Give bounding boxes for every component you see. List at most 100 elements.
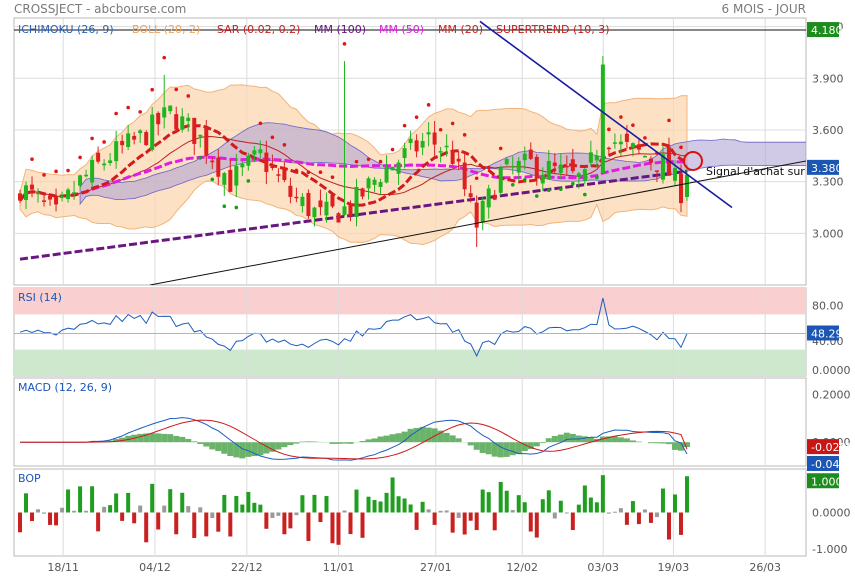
candle-body — [228, 170, 232, 192]
macd-histogram-bar — [215, 442, 221, 451]
sar-dot — [439, 128, 443, 132]
bop-bar — [457, 513, 461, 518]
macd-histogram-bar — [329, 442, 335, 444]
candle-body — [288, 186, 292, 197]
macd-histogram-bar — [618, 437, 624, 442]
candle-body — [246, 156, 250, 166]
bop-bar — [553, 513, 557, 519]
bop-bar — [162, 506, 166, 513]
bop-bar — [373, 500, 377, 513]
date-tick-label: 27/01 — [420, 561, 452, 574]
candle-body — [577, 173, 581, 177]
macd-histogram-bar — [456, 438, 462, 442]
candle-body — [625, 134, 629, 142]
candle-body — [162, 107, 166, 117]
bop-bar — [330, 513, 334, 544]
date-tick-label: 03/03 — [587, 561, 619, 574]
date-tick-label: 19/03 — [658, 561, 690, 574]
sar-dot — [523, 178, 527, 182]
bop-bar — [294, 513, 298, 516]
candle-body — [78, 175, 82, 185]
sar-dot — [583, 193, 587, 197]
sar-dot — [343, 42, 347, 46]
bop-bar — [409, 504, 413, 512]
candle-body — [306, 193, 310, 216]
candle-body — [439, 151, 443, 153]
sar-dot — [379, 160, 383, 164]
price-tick-label: 3.300 — [812, 176, 844, 189]
macd-histogram-bar — [185, 439, 191, 442]
rsi-oversold-zone — [14, 350, 806, 376]
bop-bar — [252, 503, 256, 513]
candle-body — [517, 161, 521, 173]
bop-bar — [565, 513, 569, 514]
legend-item: MM (50) — [379, 23, 424, 36]
bop-bar — [102, 507, 106, 513]
bop-bar — [661, 489, 665, 513]
sar-dot — [295, 169, 299, 173]
bop-bar — [391, 477, 395, 512]
sar-dot — [511, 183, 515, 187]
candle-body — [499, 168, 503, 193]
candle-body — [679, 174, 683, 203]
bop-bar — [336, 513, 340, 545]
sar-dot — [355, 160, 359, 164]
candle-body — [192, 118, 196, 144]
candle-body — [469, 193, 473, 197]
macd-histogram-bar — [666, 442, 672, 444]
candle-body — [108, 160, 112, 163]
candle-body — [276, 174, 280, 176]
bop-bar — [60, 508, 64, 513]
bop-bar — [216, 513, 220, 532]
sar-dot — [259, 122, 263, 126]
macd-histogram-bar — [221, 442, 227, 454]
candle-body — [90, 160, 94, 182]
candle-body — [342, 206, 346, 215]
bop-bar — [180, 493, 184, 513]
sar-dot — [547, 188, 551, 192]
bop-bar — [114, 493, 118, 512]
sar-dot — [631, 123, 635, 127]
bop-bar — [324, 496, 328, 512]
bop-bar — [120, 513, 124, 521]
macd-histogram-bar — [546, 438, 552, 442]
macd-histogram-bar — [672, 442, 678, 450]
candle-body — [589, 152, 593, 162]
macd-signal-label: -0.0290 — [811, 441, 853, 454]
sar-dot — [331, 175, 335, 179]
bop-bar — [126, 493, 130, 513]
candle-body — [373, 180, 377, 185]
candle-body — [619, 142, 623, 145]
candle-body — [385, 167, 389, 182]
macd-histogram-bar — [239, 442, 245, 458]
bop-bar — [48, 513, 52, 525]
candle-body — [138, 130, 142, 133]
resistance-price-label: 4.180 — [811, 24, 843, 37]
price-tick-label: 3.600 — [812, 124, 844, 137]
bop-bar — [475, 513, 479, 531]
bop-bar — [258, 505, 262, 513]
candle-body — [415, 140, 419, 151]
sar-dot — [198, 156, 202, 160]
sar-dot — [150, 88, 154, 92]
bop-bar — [679, 513, 683, 535]
bop-bar — [427, 509, 431, 512]
candle-body — [330, 195, 334, 207]
bop-bar — [601, 475, 605, 512]
macd-histogram-bar — [287, 442, 293, 445]
sar-dot — [499, 147, 503, 151]
macd-histogram-bar — [161, 434, 167, 442]
bop-bar — [523, 502, 527, 512]
bop-bar — [637, 513, 641, 525]
macd-histogram-bar — [347, 442, 353, 444]
bop-bar — [505, 491, 509, 513]
candle-body — [565, 166, 569, 168]
legend-item: MM (100) — [314, 23, 366, 36]
bop-bar — [42, 513, 46, 514]
macd-histogram-bar — [281, 442, 287, 447]
macd-histogram-bar — [378, 437, 384, 443]
bop-bar — [403, 499, 407, 513]
candle-body — [60, 196, 64, 198]
bop-bar — [144, 513, 148, 543]
rsi-last-label: 48.29 — [811, 328, 843, 341]
